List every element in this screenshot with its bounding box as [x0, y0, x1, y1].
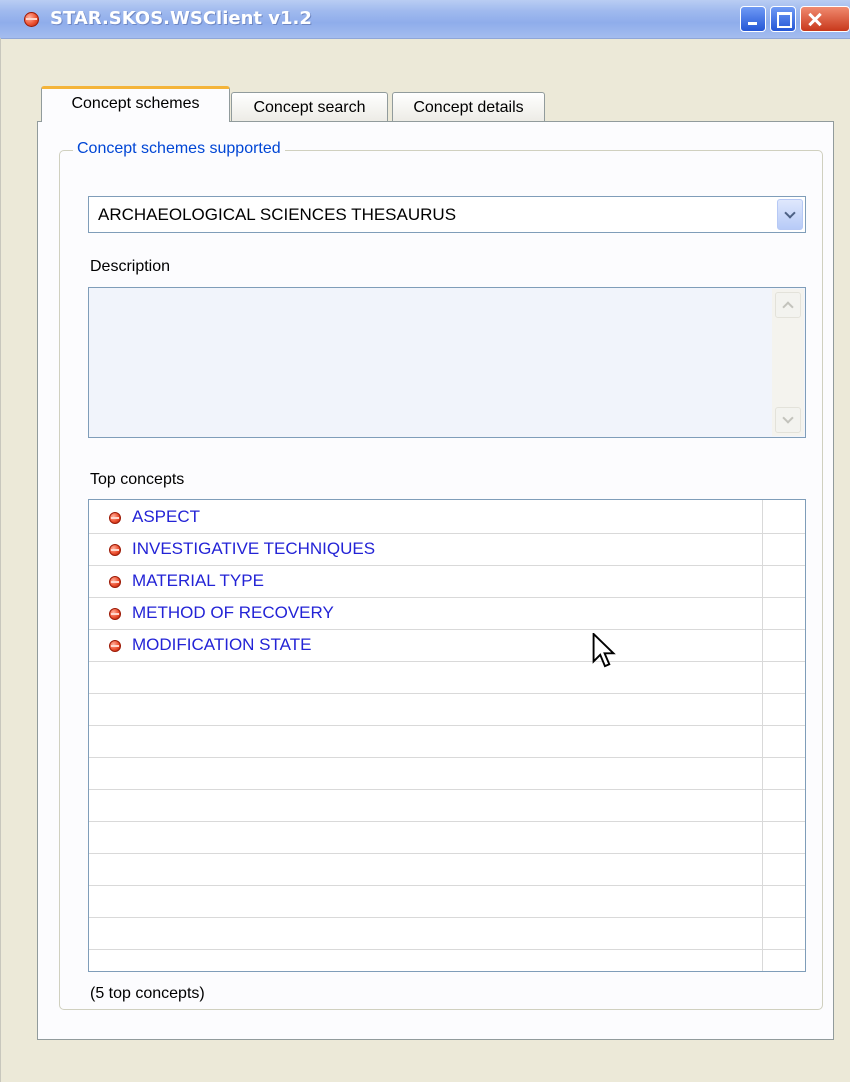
window-border — [0, 38, 1, 1082]
tree-item[interactable]: MATERIAL TYPE — [89, 566, 759, 597]
tree-item[interactable]: METHOD OF RECOVERY — [89, 598, 759, 629]
chevron-down-icon[interactable] — [777, 199, 803, 230]
app-icon[interactable] — [24, 12, 39, 27]
scheme-select[interactable]: ARCHAEOLOGICAL SCIENCES THESAURUS — [88, 196, 806, 233]
title-bar[interactable]: STAR.SKOS.WSClient v1.2 — [0, 0, 850, 39]
application-window: STAR.SKOS.WSClient v1.2 Concept schemes … — [0, 0, 850, 1082]
tree-item-label: INVESTIGATIVE TECHNIQUES — [132, 539, 376, 558]
group-legend: Concept schemes supported — [73, 140, 285, 158]
minimize-button[interactable] — [740, 6, 766, 32]
scroll-down-icon[interactable] — [775, 407, 801, 433]
top-concepts-tree[interactable]: ASPECT INVESTIGATIVE TECHNIQUES MATERIAL… — [88, 499, 806, 972]
tree-item[interactable]: INVESTIGATIVE TECHNIQUES — [89, 534, 759, 565]
tree-item-label: MATERIAL TYPE — [132, 571, 264, 590]
tab-concept-search[interactable]: Concept search — [231, 92, 388, 122]
description-scrollbar[interactable] — [772, 289, 804, 436]
red-dot-icon — [109, 640, 121, 652]
red-dot-icon — [109, 512, 121, 524]
top-concepts-label: Top concepts — [90, 471, 185, 488]
maximize-button[interactable] — [770, 6, 796, 32]
close-button[interactable] — [800, 6, 850, 32]
mouse-pointer-icon — [592, 633, 616, 668]
tree-item-label: ASPECT — [132, 507, 201, 526]
scheme-select-value: ARCHAEOLOGICAL SCIENCES THESAURUS — [98, 205, 457, 224]
window-title: STAR.SKOS.WSClient v1.2 — [50, 8, 312, 29]
description-textarea[interactable] — [88, 287, 806, 438]
tree-item-label: METHOD OF RECOVERY — [132, 603, 334, 622]
tab-concept-details[interactable]: Concept details — [392, 92, 545, 122]
tree-item[interactable]: MODIFICATION STATE — [89, 630, 759, 661]
tree-item[interactable]: ASPECT — [89, 502, 759, 533]
description-label: Description — [90, 258, 171, 275]
tab-concept-schemes[interactable]: Concept schemes — [41, 86, 230, 122]
scroll-up-icon[interactable] — [775, 292, 801, 318]
red-dot-icon — [109, 544, 121, 556]
top-concepts-count: (5 top concepts) — [90, 985, 205, 1002]
red-dot-icon — [109, 576, 121, 588]
tree-item-label: MODIFICATION STATE — [132, 635, 312, 654]
tree-column-divider — [762, 500, 763, 971]
red-dot-icon — [109, 608, 121, 620]
